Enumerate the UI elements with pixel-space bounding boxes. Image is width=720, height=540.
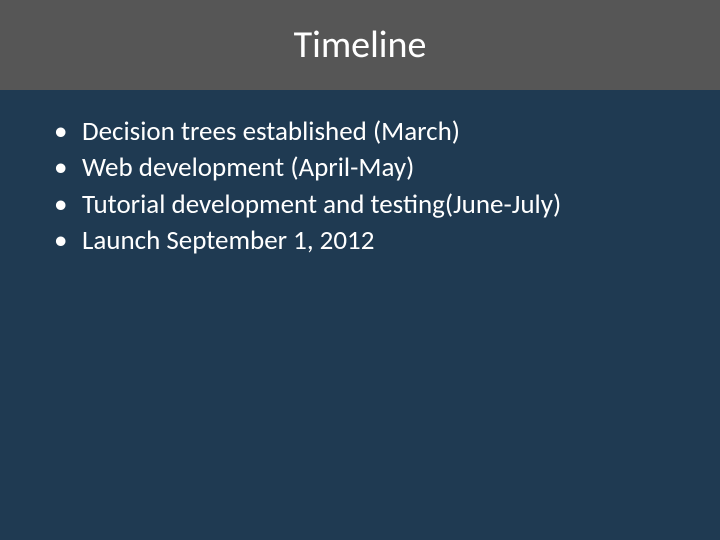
list-item: Web development (April-May) — [50, 150, 670, 186]
bullet-list: Decision trees established (March) Web d… — [50, 114, 670, 260]
list-item: Decision trees established (March) — [50, 114, 670, 150]
page-title: Timeline — [294, 22, 427, 68]
list-item: Launch September 1, 2012 — [50, 223, 670, 259]
title-bar: Timeline — [0, 0, 720, 90]
content-area: Decision trees established (March) Web d… — [0, 90, 720, 284]
list-item: Tutorial development and testing(June-Ju… — [50, 187, 670, 223]
